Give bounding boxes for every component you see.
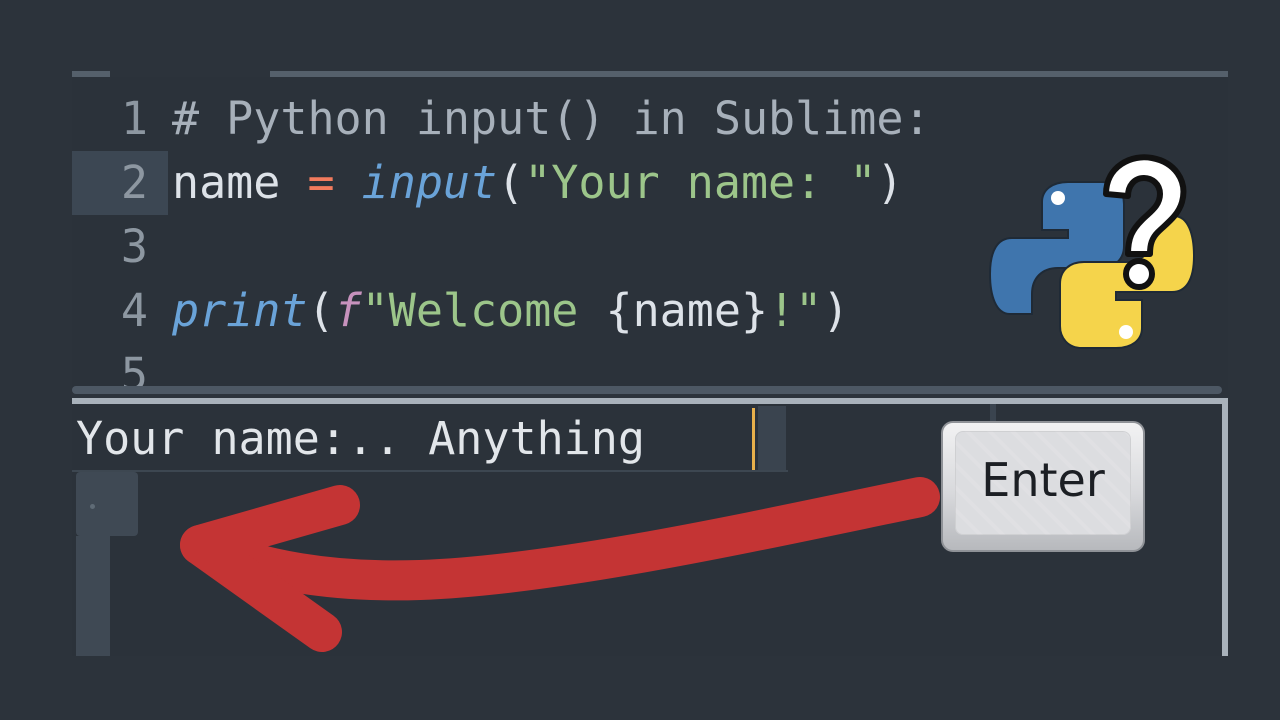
python-logo-icon [988,154,1196,349]
enter-key-label: Enter [981,453,1105,507]
python-logo-badge [978,146,1200,382]
enter-key-icon: Enter [941,421,1145,552]
python-logo-eye [1119,325,1133,339]
enter-key-face: Enter [955,431,1131,535]
python-logo-eye [1051,191,1065,205]
